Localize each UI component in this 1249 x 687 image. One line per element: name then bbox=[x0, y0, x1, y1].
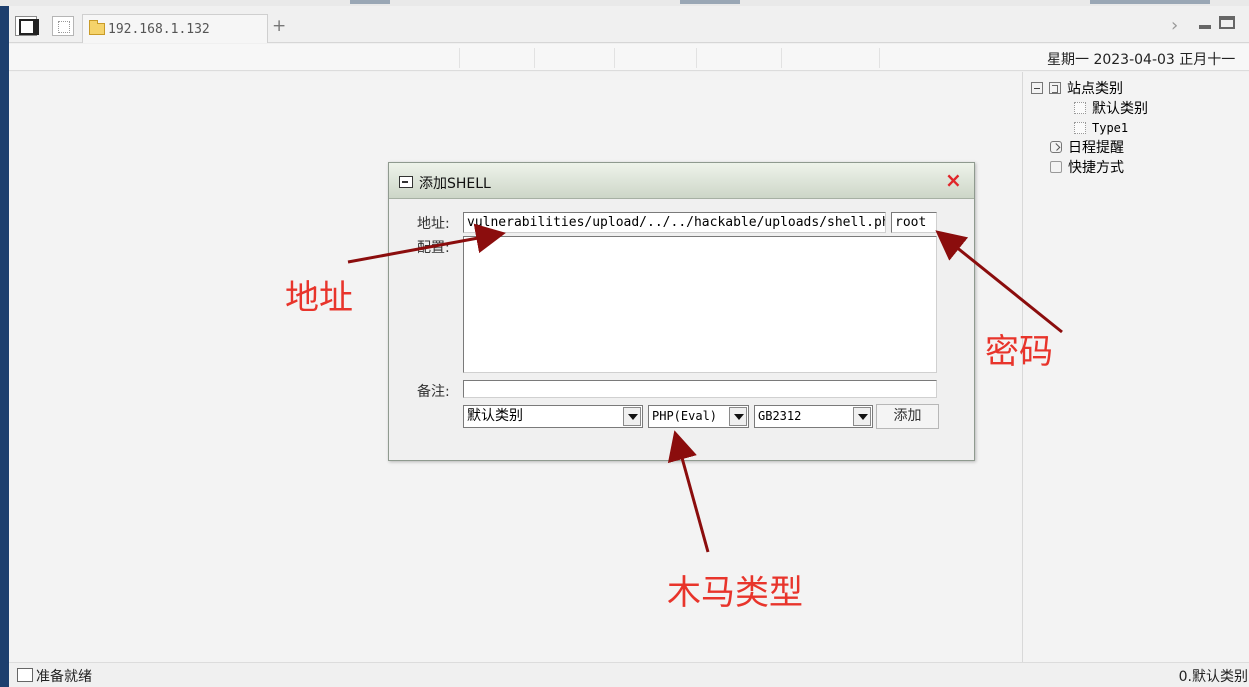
folder-icon bbox=[89, 20, 105, 35]
category-icon bbox=[1049, 82, 1061, 94]
tab-bar: 192.168.1.132 + › bbox=[9, 6, 1249, 43]
status-category: 0.默认类别 bbox=[1178, 669, 1248, 685]
panel-toggle-button[interactable] bbox=[15, 16, 39, 36]
tree-item-schedule[interactable]: 日程提醒 bbox=[1050, 137, 1124, 157]
hand-icon bbox=[1050, 161, 1062, 173]
toolbar-divider bbox=[879, 48, 880, 68]
maximize-icon[interactable] bbox=[1219, 16, 1235, 29]
tree-item-label: 默认类别 bbox=[1092, 101, 1148, 117]
tree-item-label: 快捷方式 bbox=[1068, 160, 1124, 176]
shell-type-select[interactable]: PHP(Eval) bbox=[648, 405, 749, 428]
toolbar-divider bbox=[614, 48, 615, 68]
add-shell-dialog: 添加SHELL × 地址: vulnerabilities/upload/../… bbox=[388, 162, 975, 461]
password-input[interactable]: root bbox=[891, 212, 937, 233]
clock-icon bbox=[1050, 141, 1062, 153]
annotation-shell-type: 木马类型 bbox=[667, 573, 803, 613]
toolbar: 星期一 2023-04-03 正月十一 bbox=[9, 44, 1249, 71]
address-label: 地址: bbox=[417, 216, 450, 232]
category-icon bbox=[1074, 102, 1086, 114]
minimize-icon[interactable] bbox=[1199, 25, 1211, 29]
toolbar-divider bbox=[459, 48, 460, 68]
tab-label: 192.168.1.132 bbox=[108, 21, 210, 37]
tab-address[interactable]: 192.168.1.132 bbox=[82, 14, 268, 43]
desktop-taskbar-fragment bbox=[350, 0, 390, 4]
collapse-icon[interactable] bbox=[1031, 82, 1043, 94]
toolbar-divider bbox=[534, 48, 535, 68]
add-button[interactable]: 添加 bbox=[876, 404, 939, 429]
encoding-select[interactable]: GB2312 bbox=[754, 405, 873, 428]
category-tree-panel: 站点类别 默认类别 Type1 日程提醒 快捷方式 bbox=[1022, 72, 1249, 662]
category-select[interactable]: 默认类别 bbox=[463, 405, 643, 428]
blank-tab-button[interactable] bbox=[52, 16, 74, 36]
chevron-down-icon[interactable] bbox=[729, 407, 747, 426]
tree-item-label: Type1 bbox=[1092, 121, 1129, 135]
annotation-address: 地址 bbox=[285, 278, 353, 318]
tree-item-default-category[interactable]: 默认类别 bbox=[1074, 98, 1148, 118]
category-icon bbox=[1074, 122, 1086, 134]
annotation-password: 密码 bbox=[985, 332, 1053, 372]
add-tab-button[interactable]: + bbox=[272, 18, 286, 35]
toolbar-divider bbox=[781, 48, 782, 68]
tree-item-label: 站点类别 bbox=[1067, 81, 1123, 97]
desktop-taskbar-fragment bbox=[680, 0, 740, 4]
status-bar: 准备就绪 0.默认类别 bbox=[9, 662, 1249, 687]
chevron-right-icon[interactable]: › bbox=[1171, 15, 1178, 36]
tree-item-type1[interactable]: Type1 bbox=[1074, 118, 1128, 138]
category-select-value: 默认类别 bbox=[467, 408, 523, 424]
chevron-down-icon[interactable] bbox=[853, 407, 871, 426]
note-label: 备注: bbox=[417, 384, 450, 400]
toolbar-divider bbox=[696, 48, 697, 68]
dialog-title-bar[interactable]: 添加SHELL × bbox=[389, 163, 974, 199]
close-icon[interactable]: × bbox=[945, 169, 962, 191]
config-label: 配置: bbox=[417, 240, 450, 256]
status-text: 准备就绪 bbox=[36, 669, 92, 685]
tree-item-label: 日程提醒 bbox=[1068, 140, 1124, 156]
window-icon bbox=[399, 176, 413, 188]
desktop-taskbar-fragment bbox=[1090, 0, 1210, 4]
dialog-title: 添加SHELL bbox=[419, 176, 491, 192]
status-icon bbox=[17, 668, 33, 682]
address-input[interactable]: vulnerabilities/upload/../../hackable/up… bbox=[463, 212, 886, 233]
date-display: 星期一 2023-04-03 正月十一 bbox=[1047, 52, 1236, 68]
tree-item-site-categories[interactable]: 站点类别 bbox=[1031, 78, 1123, 98]
config-textarea[interactable] bbox=[463, 236, 937, 373]
tree-item-shortcuts[interactable]: 快捷方式 bbox=[1050, 157, 1124, 177]
chevron-down-icon[interactable] bbox=[623, 407, 641, 426]
note-input[interactable] bbox=[463, 380, 937, 398]
desktop-left-edge bbox=[0, 0, 9, 687]
